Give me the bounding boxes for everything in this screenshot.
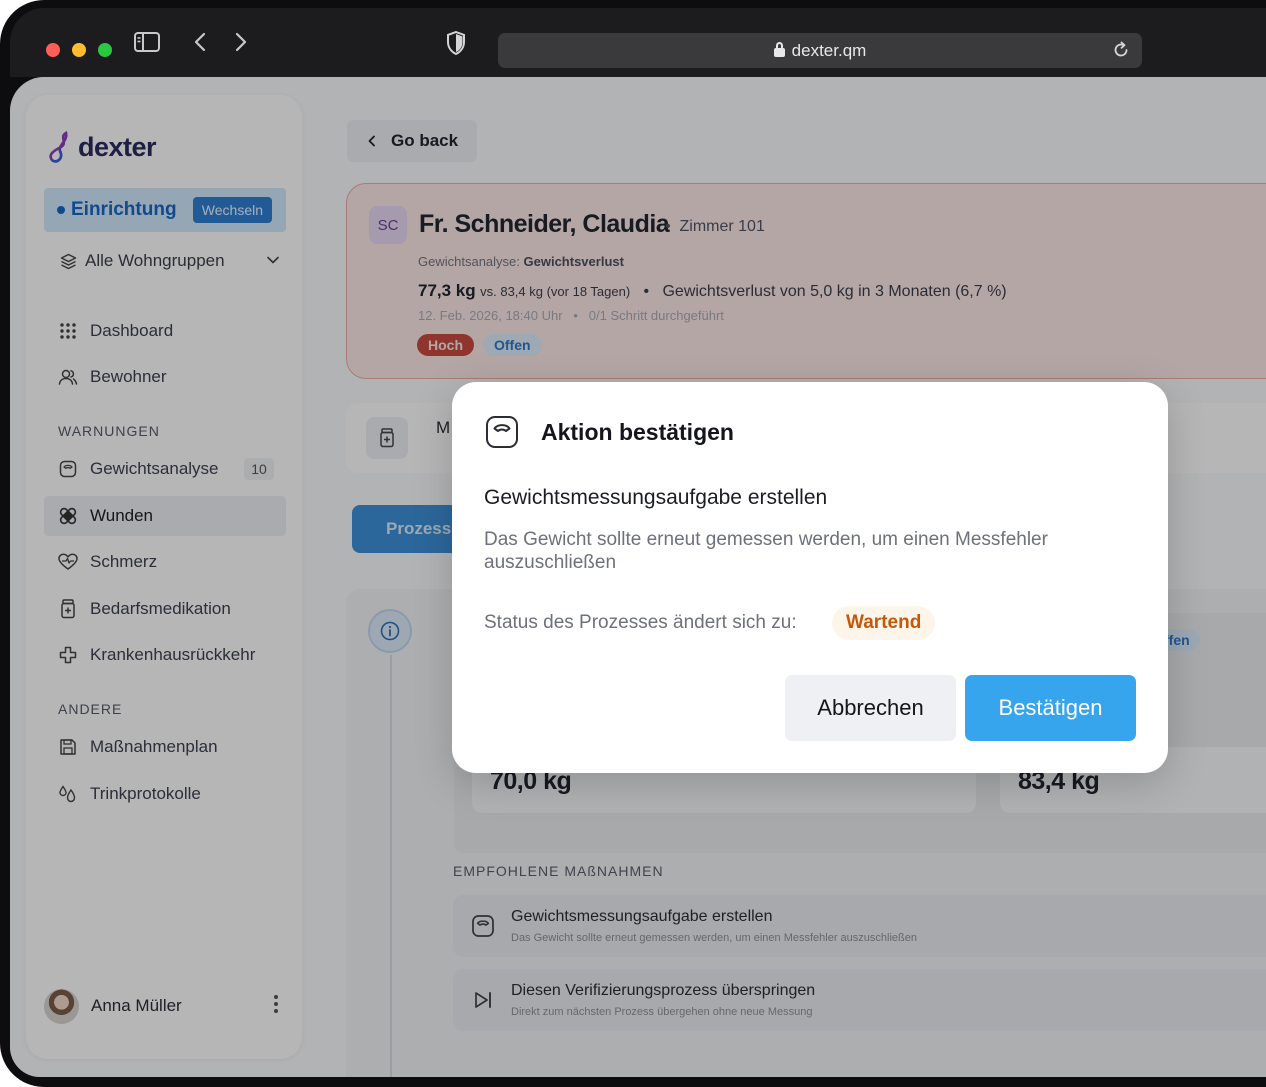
url-text: dexter.qm <box>791 40 867 60</box>
dialog-description: Das Gewicht sollte erneut gemessen werde… <box>484 529 1048 573</box>
minimize-window-button[interactable] <box>72 43 86 57</box>
status-change-label: Status des Prozesses ändert sich zu: <box>484 612 797 633</box>
status-waiting-badge: Wartend <box>832 606 936 640</box>
dialog-subtitle: Gewichtsmessungsaufgabe erstellen <box>484 486 828 509</box>
dialog-title: Aktion bestätigen <box>541 419 734 445</box>
forward-arrow-icon[interactable] <box>234 32 248 57</box>
sidebar-toggle-icon[interactable] <box>134 32 160 57</box>
privacy-shield-icon[interactable] <box>446 30 466 60</box>
lock-icon <box>773 42 785 57</box>
confirm-action-dialog: Aktion bestätigen Gewichtsmessungsaufgab… <box>452 382 1168 773</box>
browser-toolbar: dexter.qm <box>10 8 1266 77</box>
address-bar[interactable]: dexter.qm <box>498 33 1142 68</box>
back-arrow-icon[interactable] <box>193 32 207 57</box>
cancel-button[interactable]: Abbrechen <box>785 675 956 741</box>
confirm-button[interactable]: Bestätigen <box>965 675 1136 741</box>
close-window-button[interactable] <box>46 43 60 57</box>
maximize-window-button[interactable] <box>98 43 112 57</box>
reload-icon[interactable] <box>1112 41 1130 64</box>
scale-icon <box>485 415 519 449</box>
